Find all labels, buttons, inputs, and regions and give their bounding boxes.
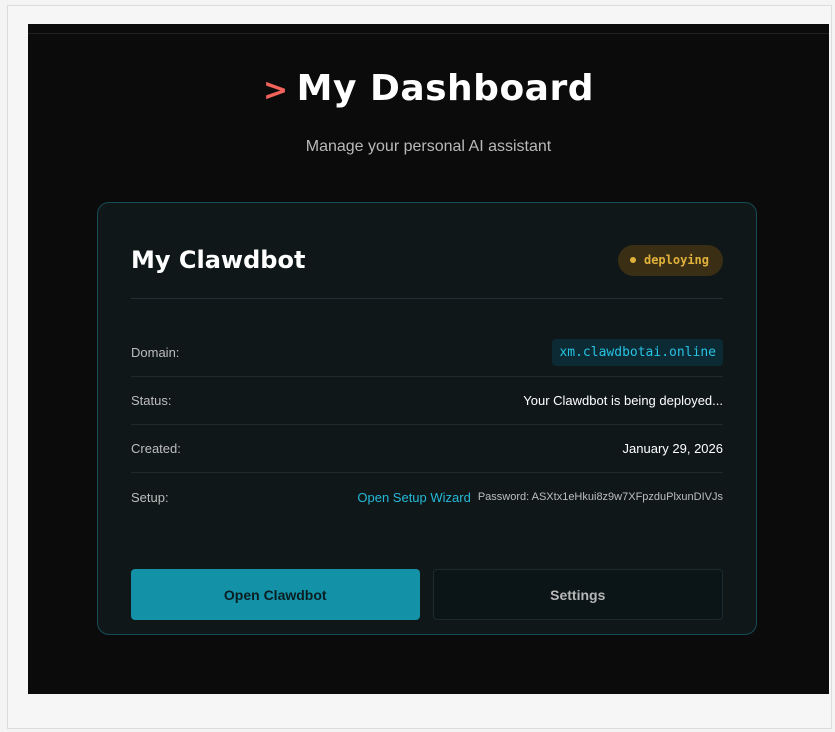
status-dot-icon bbox=[629, 257, 636, 263]
page-header: > My Dashboard bbox=[28, 68, 829, 109]
bot-card: My Clawdbot deploying Domain: xm.clawdbo… bbox=[97, 202, 757, 635]
screenshot-frame: > My Dashboard Manage your personal AI a… bbox=[7, 5, 832, 729]
open-clawdbot-button[interactable]: Open Clawdbot bbox=[131, 569, 420, 620]
status-badge: deploying bbox=[617, 244, 723, 276]
settings-button[interactable]: Settings bbox=[432, 569, 723, 620]
setup-value: Open Setup Wizard Password: ASXtx1eHkui8… bbox=[357, 490, 723, 505]
top-divider bbox=[28, 33, 829, 34]
open-setup-wizard-link[interactable]: Open Setup Wizard bbox=[357, 490, 470, 505]
page-subtitle: Manage your personal AI assistant bbox=[305, 138, 552, 155]
status-badge-label: deploying bbox=[643, 253, 709, 267]
domain-label: Domain: bbox=[131, 345, 180, 360]
bot-details: Domain: xm.clawdbotai.online Status: You… bbox=[131, 329, 723, 521]
page-title-text: My Dashboard bbox=[296, 68, 594, 109]
bot-card-header: My Clawdbot deploying bbox=[131, 240, 723, 280]
status-label: Status: bbox=[131, 393, 172, 408]
page-title: > My Dashboard bbox=[263, 68, 594, 109]
status-value: Your Clawdbot is being deployed... bbox=[523, 393, 723, 408]
bot-name: My Clawdbot bbox=[131, 246, 306, 274]
created-row: Created: January 29, 2026 bbox=[131, 425, 723, 473]
domain-row: Domain: xm.clawdbotai.online bbox=[131, 329, 723, 377]
dashboard-page: > My Dashboard Manage your personal AI a… bbox=[28, 24, 829, 694]
created-label: Created: bbox=[131, 441, 181, 456]
setup-password: Password: ASXtx1eHkui8z9w7XFpzduPlxunDIV… bbox=[477, 491, 723, 503]
setup-label: Setup: bbox=[131, 489, 169, 505]
chevron-right-icon: > bbox=[262, 73, 289, 108]
setup-row: Setup: Open Setup Wizard Password: ASXtx… bbox=[131, 473, 723, 521]
created-value: January 29, 2026 bbox=[622, 441, 723, 456]
status-row: Status: Your Clawdbot is being deployed.… bbox=[131, 377, 723, 425]
domain-value: xm.clawdbotai.online bbox=[552, 339, 723, 366]
card-divider bbox=[131, 298, 723, 299]
card-actions: Open Clawdbot Settings bbox=[131, 569, 723, 620]
